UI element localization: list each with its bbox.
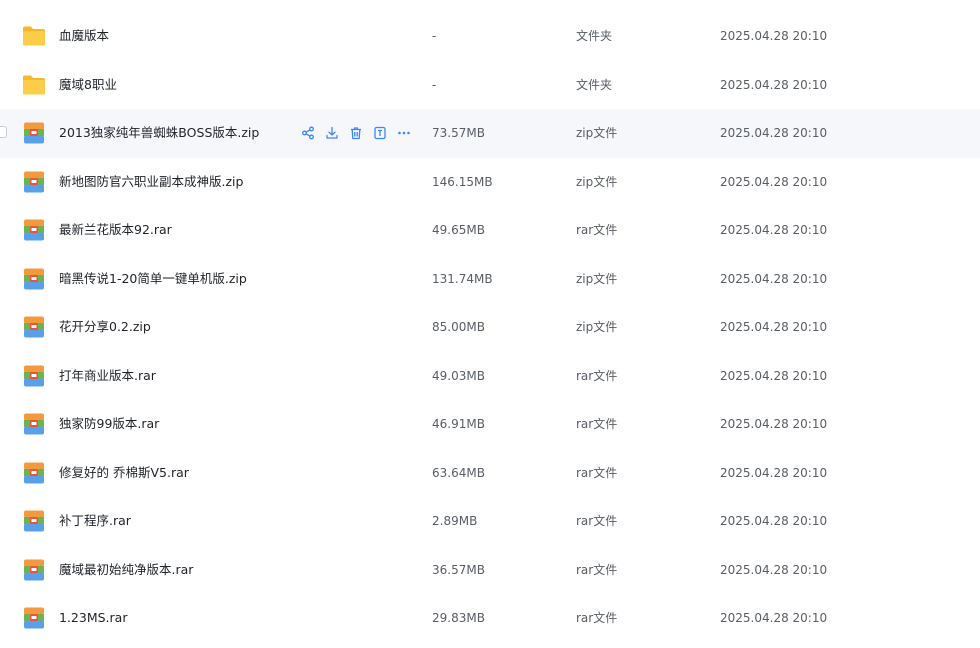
file-date: 2025.04.28 20:10	[720, 126, 828, 140]
file-size: 146.15MB	[432, 174, 493, 189]
archive-icon	[22, 510, 46, 532]
file-name[interactable]: 1.23MS.rar	[59, 594, 127, 642]
file-row[interactable]: 魔域最初始纯净版本.rar 36.57MB rar文件 2025.04.28 2…	[0, 546, 980, 595]
file-date: 2025.04.28 20:10	[720, 368, 828, 383]
archive-icon	[22, 559, 46, 581]
archive-icon	[22, 122, 46, 144]
file-type: rar文件	[576, 562, 618, 577]
download-icon[interactable]	[324, 125, 340, 141]
delete-icon[interactable]	[348, 125, 364, 141]
more-icon[interactable]	[396, 125, 412, 141]
file-date: 2025.04.28 20:10	[720, 562, 828, 577]
row-checkbox[interactable]	[0, 126, 7, 138]
file-name[interactable]: 独家防99版本.rar	[59, 400, 159, 448]
file-name[interactable]: 血魔版本	[59, 12, 109, 60]
file-name[interactable]: 暗黑传说1-20简单一键单机版.zip	[59, 255, 247, 303]
file-size: 63.64MB	[432, 465, 485, 480]
file-name[interactable]: 花开分享0.2.zip	[59, 303, 151, 351]
file-type: rar文件	[576, 223, 618, 237]
folder-icon	[22, 74, 46, 96]
file-name[interactable]: 最新兰花版本92.rar	[59, 206, 172, 254]
file-row[interactable]: 独家防99版本.rar 46.91MB rar文件 2025.04.28 20:…	[0, 400, 980, 449]
file-name[interactable]: 打年商业版本.rar	[59, 352, 156, 400]
file-size: 85.00MB	[432, 320, 485, 334]
file-row[interactable]: 修复好的 乔棉斯V5.rar 63.64MB rar文件 2025.04.28 …	[0, 449, 980, 498]
archive-icon	[22, 365, 46, 387]
file-row[interactable]: 1.23MS.rar 29.83MB rar文件 2025.04.28 20:1…	[0, 594, 980, 643]
file-type: zip文件	[576, 126, 618, 140]
file-size: 29.83MB	[432, 611, 485, 625]
file-row[interactable]: 补丁程序.rar 2.89MB rar文件 2025.04.28 20:10	[0, 497, 980, 546]
file-type: 文件夹	[576, 77, 613, 92]
file-date: 2025.04.28 20:10	[720, 77, 828, 92]
file-size: 46.91MB	[432, 417, 485, 431]
file-date: 2025.04.28 20:10	[720, 29, 828, 43]
file-date: 2025.04.28 20:10	[720, 223, 828, 237]
archive-icon	[22, 462, 46, 484]
archive-icon	[22, 607, 46, 629]
file-name[interactable]: 修复好的 乔棉斯V5.rar	[59, 449, 189, 497]
file-size: 49.65MB	[432, 223, 485, 237]
archive-icon	[22, 316, 46, 338]
file-type: rar文件	[576, 514, 618, 528]
row-actions	[300, 125, 420, 141]
file-row[interactable]: 魔域8职业 - 文件夹 2025.04.28 20:10	[0, 61, 980, 110]
file-type: 文件夹	[576, 29, 613, 43]
file-date: 2025.04.28 20:10	[720, 465, 828, 480]
archive-icon	[22, 171, 46, 193]
file-type: zip文件	[576, 174, 618, 189]
file-date: 2025.04.28 20:10	[720, 611, 828, 625]
file-name[interactable]: 新地图防官六职业副本成神版.zip	[59, 158, 243, 206]
file-size: 131.74MB	[432, 271, 493, 286]
file-row[interactable]: 血魔版本 - 文件夹 2025.04.28 20:10	[0, 12, 980, 61]
file-type: zip文件	[576, 271, 618, 286]
file-type: zip文件	[576, 320, 618, 334]
folder-icon	[22, 25, 46, 47]
file-date: 2025.04.28 20:10	[720, 320, 828, 334]
file-size: 73.57MB	[432, 126, 485, 140]
file-name[interactable]: 2013独家纯年兽蜘蛛BOSS版本.zip	[59, 109, 259, 157]
file-size: 49.03MB	[432, 368, 485, 383]
file-size: 2.89MB	[432, 514, 478, 528]
file-row-hovered[interactable]: 2013独家纯年兽蜘蛛BOSS版本.zip 73.57MB zip文件 2025…	[0, 109, 980, 158]
file-type: rar文件	[576, 417, 618, 431]
file-size: -	[432, 29, 437, 43]
file-size: 36.57MB	[432, 562, 485, 577]
file-date: 2025.04.28 20:10	[720, 271, 828, 286]
file-type: rar文件	[576, 611, 618, 625]
archive-icon	[22, 219, 46, 241]
file-name[interactable]: 魔域8职业	[59, 61, 117, 109]
file-size: -	[432, 77, 437, 92]
file-row[interactable]: 暗黑传说1-20简单一键单机版.zip 131.74MB zip文件 2025.…	[0, 255, 980, 304]
file-list: 血魔版本 - 文件夹 2025.04.28 20:10 魔域8职业 - 文件夹 …	[0, 12, 980, 643]
file-name[interactable]: 补丁程序.rar	[59, 497, 131, 545]
file-date: 2025.04.28 20:10	[720, 514, 828, 528]
file-row[interactable]: 最新兰花版本92.rar 49.65MB rar文件 2025.04.28 20…	[0, 206, 980, 255]
file-row[interactable]: 新地图防官六职业副本成神版.zip 146.15MB zip文件 2025.04…	[0, 158, 980, 207]
file-date: 2025.04.28 20:10	[720, 417, 828, 431]
archive-icon	[22, 413, 46, 435]
file-name[interactable]: 魔域最初始纯净版本.rar	[59, 546, 193, 594]
share-icon[interactable]	[300, 125, 316, 141]
file-date: 2025.04.28 20:10	[720, 174, 828, 189]
file-type: rar文件	[576, 465, 618, 480]
file-type: rar文件	[576, 368, 618, 383]
file-row[interactable]: 花开分享0.2.zip 85.00MB zip文件 2025.04.28 20:…	[0, 303, 980, 352]
file-row[interactable]: 打年商业版本.rar 49.03MB rar文件 2025.04.28 20:1…	[0, 352, 980, 401]
rename-icon[interactable]	[372, 125, 388, 141]
archive-icon	[22, 268, 46, 290]
